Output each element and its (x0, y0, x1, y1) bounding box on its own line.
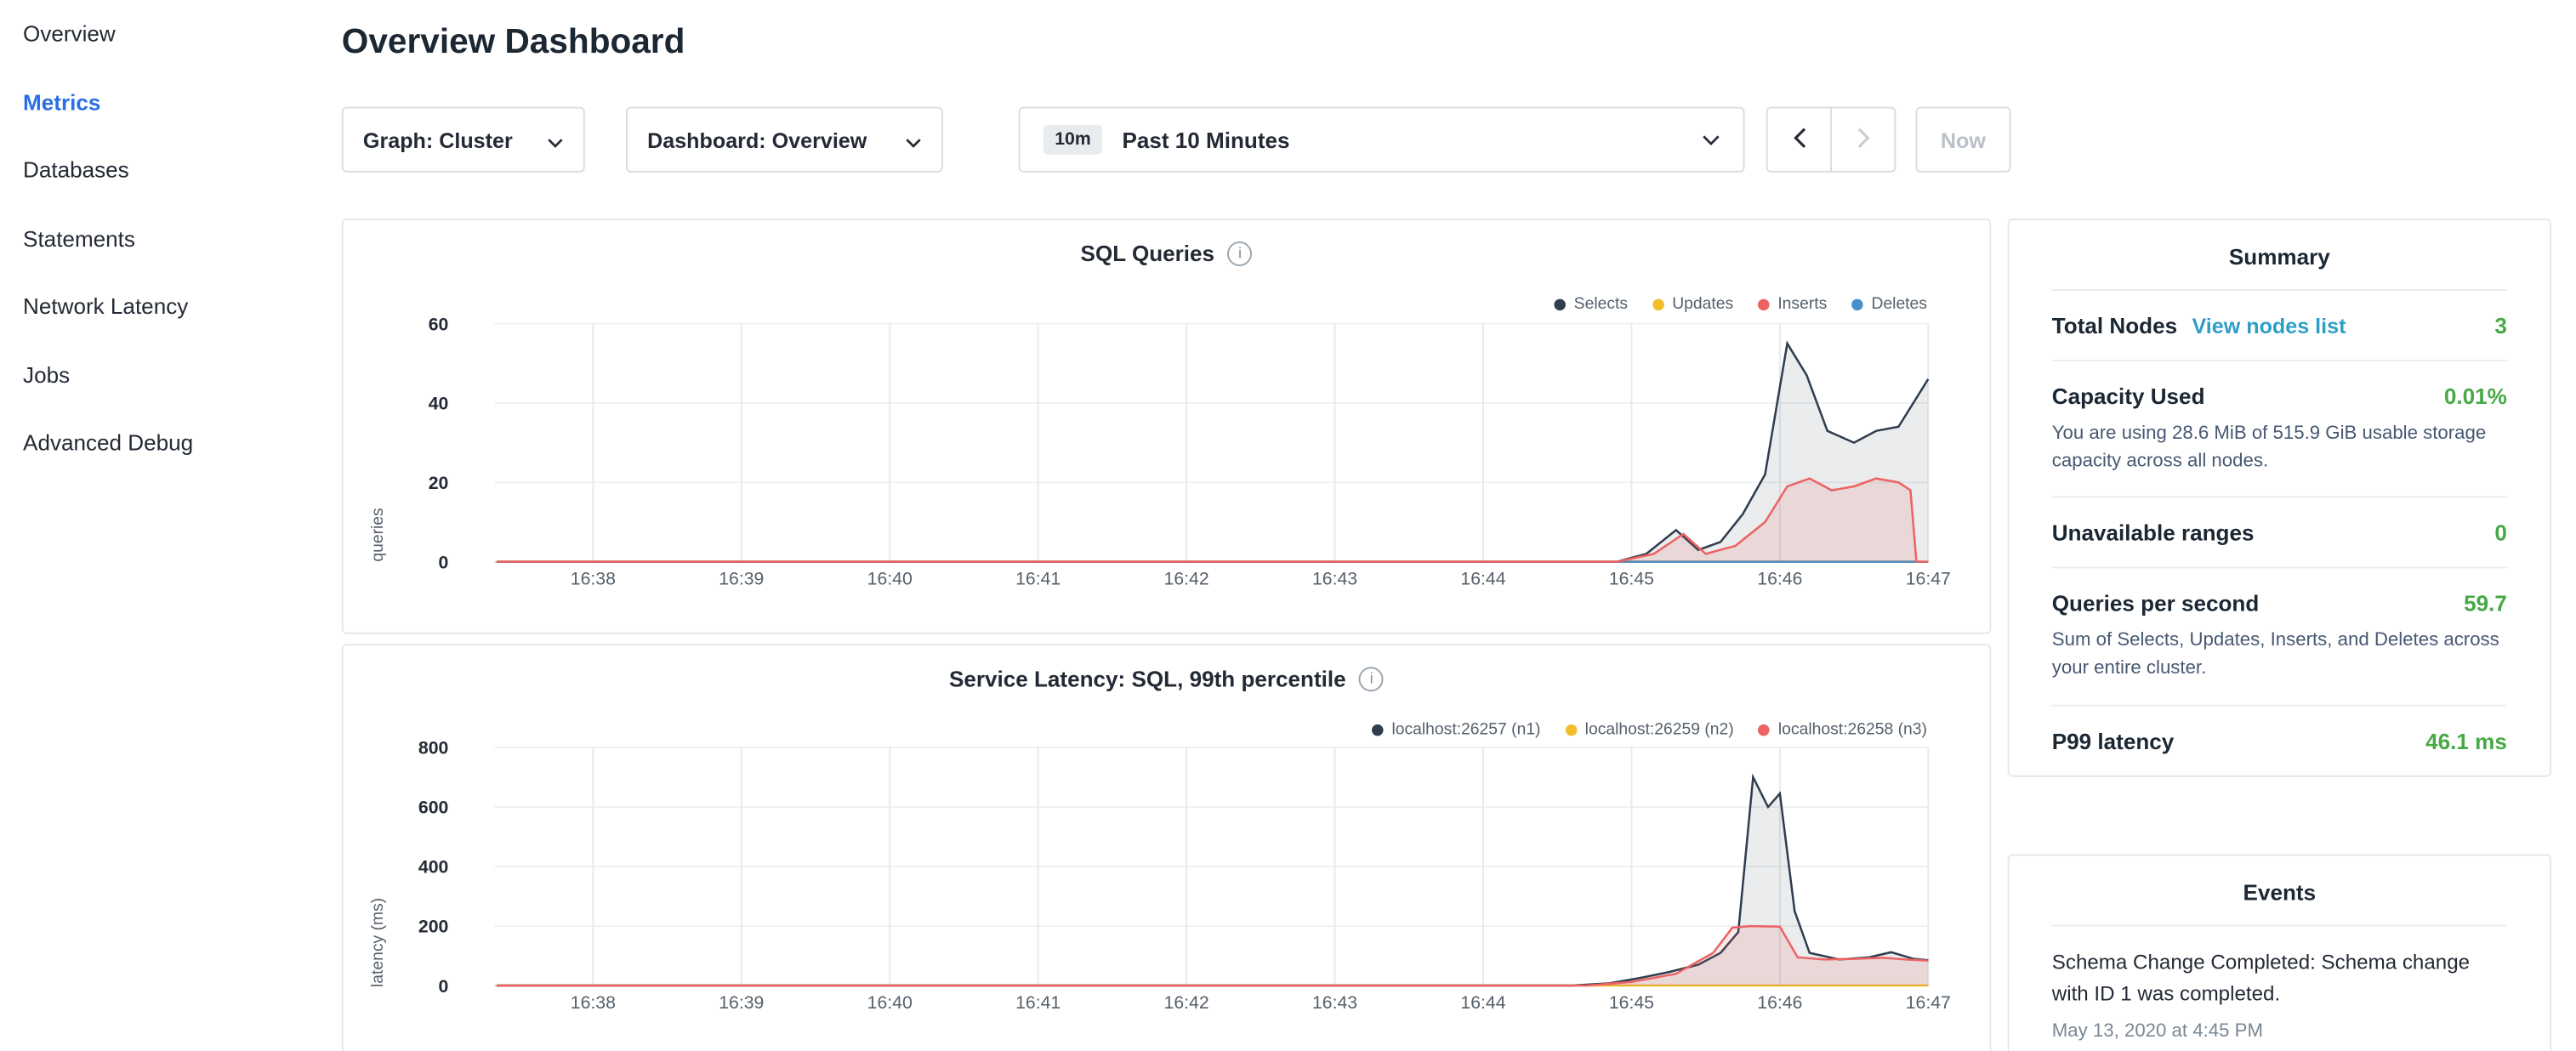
page-title: Overview Dashboard (342, 23, 685, 62)
events-panel: Events Schema Change Completed: Schema c… (2008, 855, 2551, 1051)
x-tick-label: 16:42 (1164, 569, 1209, 589)
event-timestamp: May 13, 2020 at 4:45 PM (2052, 1021, 2507, 1041)
sql-queries-chart: 0 20 40 60 16:38 16:39 16:40 16:41 16:42 16:43 16:… (344, 220, 1993, 636)
event-item[interactable]: Schema Change Completed: Schema change w… (2052, 948, 2507, 1041)
x-tick-label: 16:41 (1015, 992, 1061, 1013)
summary-value: 0.01% (2444, 384, 2507, 409)
sidebar-item-databases[interactable]: Databases (23, 136, 319, 204)
sidebar-item-overview[interactable]: Overview (23, 0, 319, 68)
y-tick-label: 20 (429, 473, 449, 493)
chevron-down-icon (1702, 125, 1720, 155)
x-tick-label: 16:46 (1757, 992, 1802, 1013)
summary-value: 59.7 (2464, 592, 2507, 616)
summary-description: Sum of Selects, Updates, Inserts, and De… (2052, 628, 2507, 683)
time-back-button[interactable] (1766, 107, 1832, 173)
graph-scope-label: Graph: Cluster (363, 128, 513, 152)
x-tick-label: 16:39 (719, 569, 764, 589)
summary-row-queries-per-second: Queries per second 59.7 Sum of Selects, … (2052, 569, 2507, 706)
x-tick-label: 16:40 (867, 569, 913, 589)
summary-value: 3 (2494, 314, 2507, 338)
time-range-picker[interactable]: 10m Past 10 Minutes (1019, 107, 1745, 173)
x-tick-label: 16:43 (1312, 992, 1357, 1013)
y-tick-label: 0 (439, 552, 449, 572)
now-button[interactable]: Now (1915, 107, 2010, 173)
y-tick-label: 800 (418, 738, 448, 758)
summary-row-total-nodes: Total Nodes View nodes list 3 (2052, 291, 2507, 361)
view-nodes-list-link[interactable]: View nodes list (2192, 314, 2346, 338)
y-tick-label: 200 (418, 917, 448, 937)
chevron-down-icon (547, 128, 563, 152)
summary-row-capacity-used: Capacity Used 0.01% You are using 28.6 M… (2052, 361, 2507, 498)
summary-label: Unavailable ranges (2052, 521, 2255, 546)
service-latency-chart-card: Service Latency: SQL, 99th percentile i … (342, 644, 1991, 1051)
x-tick-label: 16:40 (867, 992, 913, 1013)
x-tick-label: 16:45 (1609, 992, 1654, 1013)
y-tick-label: 40 (429, 394, 449, 414)
x-tick-label: 16:47 (1906, 569, 1951, 589)
dashboard-dropdown[interactable]: Dashboard: Overview (626, 107, 943, 173)
time-range-label: Past 10 Minutes (1122, 128, 1702, 152)
event-text: Schema Change Completed: Schema change w… (2052, 948, 2507, 1009)
x-tick-label: 16:41 (1015, 569, 1061, 589)
summary-row-p99-latency: P99 latency 46.1 ms (2052, 706, 2507, 775)
summary-description: You are using 28.6 MiB of 515.9 GiB usab… (2052, 421, 2507, 475)
sidebar: Overview Metrics Databases Statements Ne… (23, 0, 319, 477)
x-tick-label: 16:44 (1460, 992, 1505, 1013)
chevron-down-icon (905, 128, 921, 152)
x-tick-label: 16:39 (719, 992, 764, 1013)
y-tick-label: 60 (429, 314, 449, 334)
x-tick-label: 16:44 (1460, 569, 1505, 589)
summary-label: Capacity Used (2052, 384, 2205, 409)
summary-title: Summary (2052, 220, 2507, 291)
x-tick-label: 16:42 (1164, 992, 1209, 1013)
summary-row-unavailable-ranges: Unavailable ranges 0 (2052, 498, 2507, 569)
y-tick-label: 400 (418, 857, 448, 878)
series-area (497, 926, 1928, 986)
events-title: Events (2052, 855, 2507, 926)
series-line (497, 344, 1928, 562)
sidebar-item-metrics[interactable]: Metrics (23, 68, 319, 136)
summary-value: 0 (2494, 521, 2507, 546)
time-range-badge: 10m (1043, 125, 1103, 155)
x-tick-label: 16:45 (1609, 569, 1654, 589)
x-tick-label: 16:47 (1906, 992, 1951, 1013)
sidebar-item-advanced-debug[interactable]: Advanced Debug (23, 409, 319, 477)
sql-queries-chart-card: SQL Queries i SelectsUpdatesInsertsDelet… (342, 219, 1991, 634)
summary-label: Total Nodes (2052, 314, 2177, 338)
sidebar-item-statements[interactable]: Statements (23, 205, 319, 273)
chevron-left-icon (1792, 126, 1806, 154)
chevron-right-icon (1856, 126, 1870, 154)
y-tick-label: 0 (439, 976, 449, 997)
summary-value: 46.1 ms (2425, 729, 2507, 753)
service-latency-chart: 0 200 400 600 800 16:38 16:39 16:40 16:41 16:42 16… (344, 645, 1993, 1051)
y-tick-label: 600 (418, 798, 448, 818)
sidebar-item-network-latency[interactable]: Network Latency (23, 273, 319, 341)
x-tick-label: 16:43 (1312, 569, 1357, 589)
dashboard-label: Dashboard: Overview (647, 128, 867, 152)
app-root: Overview Metrics Databases Statements Ne… (0, 0, 2576, 1051)
sidebar-item-jobs[interactable]: Jobs (23, 341, 319, 409)
controls-bar: Graph: Cluster Dashboard: Overview 10m P… (342, 107, 2011, 173)
x-tick-label: 16:46 (1757, 569, 1802, 589)
x-tick-label: 16:38 (571, 569, 616, 589)
graph-scope-dropdown[interactable]: Graph: Cluster (342, 107, 585, 173)
time-forward-button[interactable] (1830, 107, 1896, 173)
summary-panel: Summary Total Nodes View nodes list 3 Ca… (2008, 219, 2551, 776)
series-area (497, 344, 1928, 562)
summary-label: Queries per second (2052, 592, 2260, 616)
x-tick-label: 16:38 (571, 992, 616, 1013)
summary-label: P99 latency (2052, 729, 2175, 753)
